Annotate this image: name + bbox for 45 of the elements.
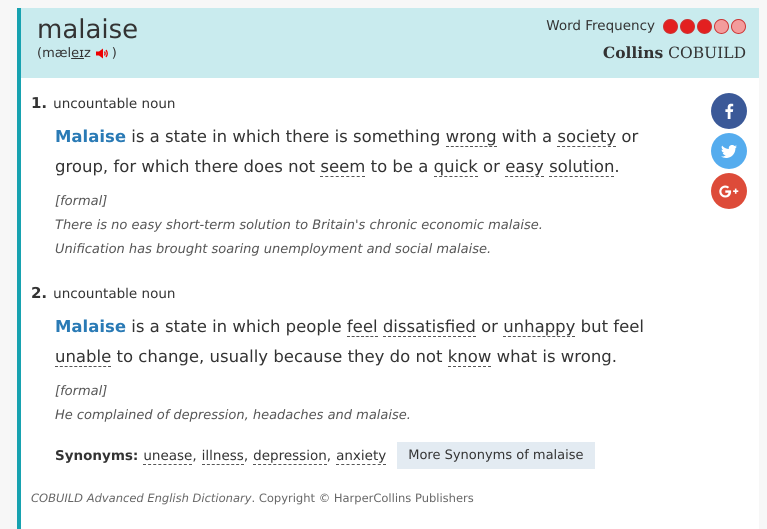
- word-link[interactable]: unhappy: [503, 317, 576, 337]
- word-link[interactable]: know: [448, 347, 492, 367]
- word-frequency-label: Word Frequency: [546, 18, 655, 34]
- register-label: [formal]: [55, 193, 108, 211]
- separator-comma: ,: [244, 448, 248, 464]
- google-plus-share-button[interactable]: [711, 173, 747, 209]
- headword-link[interactable]: Malaise: [55, 127, 126, 146]
- synonym-link[interactable]: illness: [202, 448, 244, 464]
- word-link[interactable]: unable: [55, 347, 112, 367]
- headword: malaise: [37, 14, 138, 46]
- word-link[interactable]: feel: [346, 317, 378, 337]
- google-plus-logo-icon: [719, 184, 739, 198]
- synonyms-label: Synonyms:: [55, 448, 138, 464]
- grammar-label: uncountable noun: [53, 96, 176, 112]
- separator-comma: ,: [326, 448, 332, 464]
- separator-comma: ,: [192, 448, 197, 464]
- grammar-label: uncountable noun: [53, 286, 176, 302]
- brand-logo: Collins COBUILD: [602, 43, 746, 62]
- definition-text: Malaise is a state in which there is something wrong with a society or group, for which there does not seem to be a quick or easy solution.: [55, 126, 640, 179]
- word-link[interactable]: wrong: [446, 127, 497, 147]
- word-link[interactable]: solution: [549, 157, 614, 177]
- bird-logo-icon: [721, 144, 737, 158]
- headword-link[interactable]: Malaise: [55, 317, 126, 336]
- sense-number: 1.: [31, 94, 48, 112]
- pronunciation: (mæleɪz: [37, 46, 91, 61]
- sense-number: 2.: [31, 284, 48, 302]
- word-link[interactable]: society: [557, 127, 616, 147]
- facebook-share-button[interactable]: [711, 93, 747, 129]
- example-sentence: Unification has brought soaring unemployment and social malaise.: [55, 241, 492, 259]
- facebook-logo-icon: [724, 103, 734, 119]
- synonym-link[interactable]: unease: [143, 448, 192, 464]
- example-sentence: There is no easy short-term solution to Britain's chronic economic malaise.: [55, 217, 543, 235]
- pronunciation-bracket: ): [112, 46, 117, 61]
- synonym-link[interactable]: anxiety: [336, 448, 386, 464]
- copyright-notice: COBUILD Advanced English Dictionary. Copyright © HarperCollins Publishers: [31, 491, 475, 505]
- word-link[interactable]: seem: [320, 157, 366, 177]
- definition-text: Malaise is a state in which people feel dissatisfied or unhappy but feel unable to change, usually because they do not know what is wrong.: [55, 316, 646, 369]
- example-sentence: He complained of depression, headaches and malaise.: [55, 407, 411, 425]
- synonym-link[interactable]: depression: [253, 448, 327, 464]
- speaker-icon[interactable]: [96, 48, 109, 59]
- word-link[interactable]: easy: [505, 157, 544, 177]
- more-synonyms-button[interactable]: More Synonyms of malaise: [397, 442, 595, 469]
- register-label: [formal]: [55, 383, 108, 401]
- word-link[interactable]: dissatisfied: [382, 317, 476, 337]
- word-link[interactable]: quick: [434, 157, 478, 177]
